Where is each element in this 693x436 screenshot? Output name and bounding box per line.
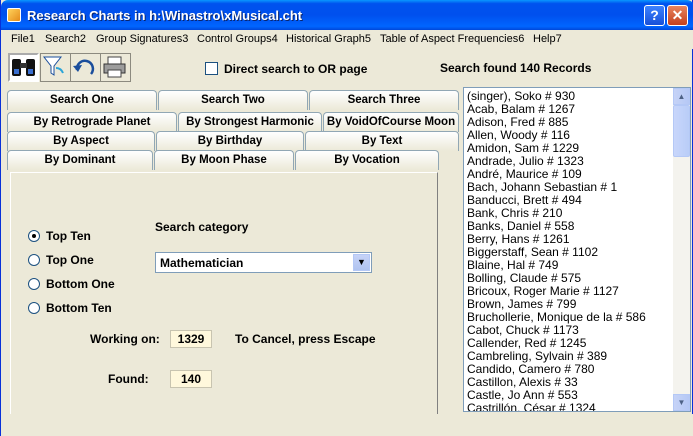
radio-label-top-ten: Top Ten <box>46 229 91 243</box>
radio-bottom-ten[interactable] <box>28 302 40 314</box>
tab-search-three[interactable]: Search Three <box>309 90 459 110</box>
undo-arrow-icon <box>73 59 95 75</box>
radio-bottom-one[interactable] <box>28 278 40 290</box>
radio-label-top-one: Top One <box>46 253 94 267</box>
search-category-value: Mathematician <box>160 256 244 270</box>
list-item[interactable]: André, Maurice # 109 <box>467 167 582 181</box>
menu-group-signatures[interactable]: Group Signatures3 <box>96 33 188 45</box>
tab-search-one[interactable]: Search One <box>7 90 157 110</box>
menu-control-groups[interactable]: Control Groups4 <box>197 33 278 45</box>
tab-by-retrograde-planet[interactable]: By Retrograde Planet <box>7 112 177 132</box>
found-value: 140 <box>170 370 212 388</box>
cancel-hint: To Cancel, press Escape <box>235 332 376 346</box>
search-category-select[interactable]: Mathematician ▼ <box>155 252 372 273</box>
list-item[interactable]: Andrade, Julio # 1323 <box>467 154 584 168</box>
menu-aspect-frequencies[interactable]: Table of Aspect Frequencies6 <box>380 33 524 45</box>
binoculars-icon <box>12 59 35 76</box>
list-item[interactable]: Allen, Woody # 116 <box>467 128 570 142</box>
records-list[interactable]: (singer), Soko # 930 Acab, Balam # 1267 Ad… <box>463 87 691 412</box>
printer-icon <box>103 56 126 78</box>
list-item[interactable]: Bolling, Claude # 575 <box>467 271 581 285</box>
radio-top-ten[interactable] <box>28 230 40 242</box>
menu-file[interactable]: File1 <box>11 33 35 45</box>
list-item[interactable]: Castle, Jo Ann # 553 <box>467 388 578 402</box>
close-button[interactable]: ✕ <box>667 5 688 26</box>
working-on-value: 1329 <box>170 330 212 348</box>
working-on-label: Working on: <box>90 332 160 346</box>
menu-help[interactable]: Help7 <box>533 33 562 45</box>
tab-search-two[interactable]: Search Two <box>158 90 308 110</box>
list-item[interactable]: Cabot, Chuck # 1173 <box>467 323 579 337</box>
tab-by-strongest-harmonic[interactable]: By Strongest Harmonic <box>178 112 322 132</box>
list-item[interactable]: Berry, Hans # 1261 <box>467 232 570 246</box>
list-item[interactable]: (singer), Soko # 930 <box>467 89 575 103</box>
list-item[interactable]: Castillon, Alexis # 33 <box>467 375 578 389</box>
binoculars-search-button[interactable] <box>8 53 39 82</box>
list-item[interactable]: Bricoux, Roger Marie # 1127 <box>467 284 619 298</box>
list-item[interactable]: Adison, Fred # 885 <box>467 115 568 129</box>
menu-historical-graph[interactable]: Historical Graph5 <box>286 33 371 45</box>
vocation-panel <box>10 172 438 424</box>
list-item[interactable]: Candido, Camero # 780 <box>467 362 594 376</box>
undo-button[interactable] <box>70 53 101 82</box>
app-icon <box>7 8 21 22</box>
list-item[interactable]: Cambreling, Sylvain # 389 <box>467 349 607 363</box>
tab-by-aspect[interactable]: By Aspect <box>7 131 155 151</box>
title-bar: Research Charts in h:\Winastro\xMusical.… <box>1 0 693 30</box>
research-charts-window: Research Charts in h:\Winastro\xMusical.… <box>0 0 693 436</box>
list-item[interactable]: Castrillón, César # 1324 <box>467 401 596 411</box>
search-status: Search found 140 Records <box>440 61 592 75</box>
radio-top-one[interactable] <box>28 254 40 266</box>
menu-bar: File1 Search2 Group Signatures3 Control … <box>1 30 693 49</box>
list-item[interactable]: Callender, Red # 1245 <box>467 336 586 350</box>
radio-label-bottom-one: Bottom One <box>46 277 115 291</box>
direct-search-label: Direct search to OR page <box>224 62 368 76</box>
window-title: Research Charts in h:\Winastro\xMusical.… <box>27 8 303 23</box>
tab-by-moon-phase[interactable]: By Moon Phase <box>154 150 294 170</box>
tab-by-dominant[interactable]: By Dominant <box>7 150 153 170</box>
scroll-up-icon[interactable]: ▲ <box>673 88 690 105</box>
funnel-icon <box>42 56 64 76</box>
found-label: Found: <box>108 372 149 386</box>
search-category-label: Search category <box>155 220 249 234</box>
tab-by-text[interactable]: By Text <box>305 131 459 151</box>
direct-search-checkbox[interactable] <box>205 62 218 75</box>
status-bar <box>1 414 693 436</box>
print-button[interactable] <box>100 53 131 82</box>
help-button[interactable]: ? <box>644 5 665 26</box>
tab-by-birthday[interactable]: By Birthday <box>156 131 304 151</box>
list-item[interactable]: Banks, Daniel # 558 <box>467 219 574 233</box>
list-item[interactable]: Amidon, Sam # 1229 <box>467 141 579 155</box>
list-item[interactable]: Bank, Chris # 210 <box>467 206 562 220</box>
list-item[interactable]: Brown, James # 799 <box>467 297 576 311</box>
filter-button[interactable] <box>40 53 71 82</box>
tab-by-voidofcourse-moon[interactable]: By VoidOfCourse Moon <box>323 112 459 132</box>
scroll-thumb[interactable] <box>673 105 690 157</box>
menu-search[interactable]: Search2 <box>45 33 86 45</box>
list-item[interactable]: Acab, Balam # 1267 <box>467 102 575 116</box>
chevron-down-icon[interactable]: ▼ <box>353 254 370 271</box>
scroll-down-icon[interactable]: ▼ <box>673 394 690 411</box>
list-item[interactable]: Banducci, Brett # 494 <box>467 193 582 207</box>
list-item[interactable]: Bruchollerie, Monique de la # 586 <box>467 310 646 324</box>
list-item[interactable]: Biggerstaff, Sean # 1102 <box>467 245 598 259</box>
list-item[interactable]: Bach, Johann Sebastian # 1 <box>467 180 617 194</box>
records-scrollbar[interactable]: ▲ ▼ <box>673 88 690 411</box>
tab-by-vocation[interactable]: By Vocation <box>295 150 439 170</box>
radio-label-bottom-ten: Bottom Ten <box>46 301 112 315</box>
list-item[interactable]: Blaine, Hal # 749 <box>467 258 558 272</box>
